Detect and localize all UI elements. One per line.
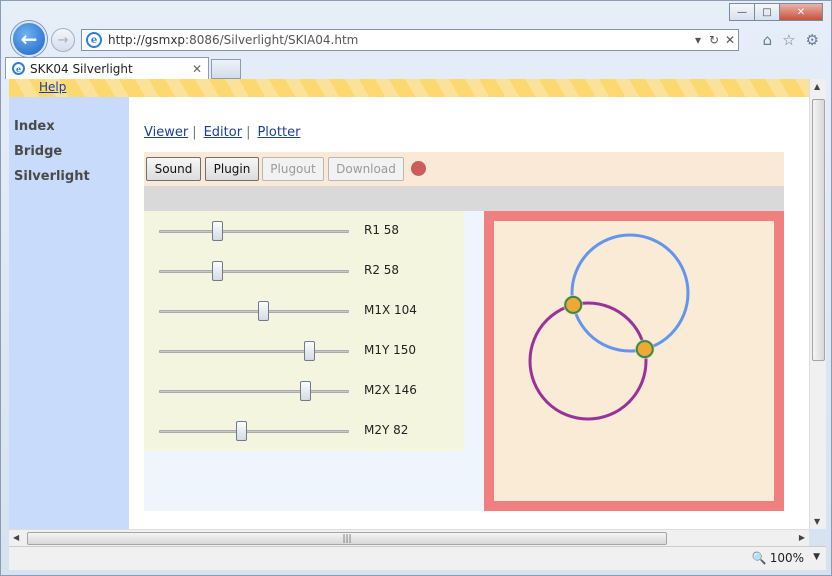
nav-link-plotter[interactable]: Plotter bbox=[257, 125, 300, 140]
slider-label: M2Y 82 bbox=[364, 423, 409, 437]
stop-icon[interactable]: ✕ bbox=[722, 33, 738, 47]
zoom-magnifier-icon: 🔍 bbox=[751, 551, 767, 565]
slider-m1x[interactable]: M1X 104 bbox=[159, 299, 459, 323]
slider-track[interactable] bbox=[159, 390, 349, 393]
slider-track[interactable] bbox=[159, 270, 349, 273]
slider-label: R1 58 bbox=[364, 223, 400, 237]
browser-toolbar-icons: ⌂ ☆ ⚙ bbox=[763, 31, 819, 49]
minimize-button[interactable]: — bbox=[729, 3, 755, 21]
url-host: http://gsmxp bbox=[108, 33, 186, 47]
back-arrow-icon: ← bbox=[20, 27, 38, 51]
tab-row: e SKK04 Silverlight ✕ bbox=[5, 55, 241, 79]
address-bar[interactable]: e http://gsmxp:8086/Silverlight/SKIA04.h… bbox=[81, 29, 739, 51]
browser-window: — □ ✕ ← → e http://gsmxp:8086/Silverligh… bbox=[0, 0, 832, 576]
status-bar: 🔍 100% ▼ bbox=[9, 546, 826, 570]
help-link[interactable]: Help bbox=[39, 80, 66, 94]
slider-track[interactable] bbox=[159, 310, 349, 313]
refresh-icon[interactable]: ↻ bbox=[706, 33, 722, 47]
slider-m2x[interactable]: M2X 146 bbox=[159, 379, 459, 403]
sound-button[interactable]: Sound bbox=[146, 157, 201, 181]
nav-separator: | bbox=[246, 125, 251, 140]
forward-arrow-icon: → bbox=[57, 32, 69, 48]
scroll-right-arrow-icon[interactable]: ▶ bbox=[799, 533, 805, 542]
tab-title: SKK04 Silverlight bbox=[30, 61, 133, 76]
sidebar-item-silverlight[interactable]: Silverlight bbox=[14, 169, 90, 184]
horizontal-scrollbar[interactable]: ◀ ||| ▶ bbox=[9, 529, 809, 546]
new-tab-button[interactable] bbox=[211, 59, 241, 79]
slider-r1[interactable]: R1 58 bbox=[159, 219, 459, 243]
slider-track[interactable] bbox=[159, 230, 349, 233]
gray-separator-bar bbox=[144, 186, 784, 211]
slider-thumb[interactable] bbox=[258, 301, 269, 321]
page-viewport: Help Index Bridge Silverlight Viewer | Edi… bbox=[9, 79, 809, 529]
slider-label: M1X 104 bbox=[364, 303, 417, 317]
url-text[interactable]: http://gsmxp:8086/Silverlight/SKIA04.htm bbox=[108, 33, 690, 47]
slider-panel: R1 58 R2 58 M1X 104 M1Y 150 M2X 146 M2Y 82 bbox=[144, 211, 464, 451]
ie-logo-icon: e bbox=[86, 32, 102, 48]
plugout-button[interactable]: Plugout bbox=[262, 157, 324, 181]
tab-active[interactable]: e SKK04 Silverlight ✕ bbox=[5, 57, 209, 79]
plugin-toolbar: Sound Plugin Plugout Download bbox=[144, 152, 784, 186]
slider-m2y[interactable]: M2Y 82 bbox=[159, 419, 459, 443]
close-window-button[interactable]: ✕ bbox=[779, 3, 823, 21]
nav-links: Viewer | Editor | Plotter bbox=[144, 125, 300, 140]
zoom-value: 100% bbox=[769, 551, 804, 565]
intersection-point-1 bbox=[564, 295, 583, 314]
maximize-button[interactable]: □ bbox=[754, 3, 780, 21]
vertical-scrollbar[interactable]: ▲ ▼ bbox=[809, 79, 826, 529]
plugin-button[interactable]: Plugin bbox=[205, 157, 259, 181]
slider-track[interactable] bbox=[159, 350, 349, 353]
window-controls: — □ ✕ bbox=[729, 3, 823, 21]
slider-thumb[interactable] bbox=[212, 221, 223, 241]
home-icon[interactable]: ⌂ bbox=[763, 31, 773, 49]
intersection-point-2 bbox=[635, 340, 654, 359]
tab-close-icon[interactable]: ✕ bbox=[192, 62, 202, 76]
slider-thumb[interactable] bbox=[236, 421, 247, 441]
slider-label: R2 58 bbox=[364, 263, 400, 277]
top-banner-strip: Help bbox=[9, 79, 809, 97]
status-indicator-dot bbox=[411, 161, 426, 176]
slider-track[interactable] bbox=[159, 430, 349, 433]
zoom-level[interactable]: 🔍 100% bbox=[752, 551, 804, 565]
plot-frame bbox=[484, 211, 784, 511]
favorites-star-icon[interactable]: ☆ bbox=[782, 31, 795, 49]
main-content: Viewer | Editor | Plotter Sound Plugin Plugo… bbox=[129, 97, 809, 529]
vertical-scroll-thumb[interactable] bbox=[812, 99, 825, 361]
forward-button[interactable]: → bbox=[51, 28, 75, 52]
slider-label: M2X 146 bbox=[364, 383, 417, 397]
scroll-left-arrow-icon[interactable]: ◀ bbox=[13, 533, 19, 542]
nav-link-editor[interactable]: Editor bbox=[204, 125, 242, 140]
sidebar-item-bridge[interactable]: Bridge bbox=[14, 144, 62, 159]
url-path: :8086/Silverlight/SKIA04.htm bbox=[185, 33, 359, 47]
slider-m1y[interactable]: M1Y 150 bbox=[159, 339, 459, 363]
scroll-up-arrow-icon[interactable]: ▲ bbox=[814, 82, 820, 91]
slider-r2[interactable]: R2 58 bbox=[159, 259, 459, 283]
slider-thumb[interactable] bbox=[300, 381, 311, 401]
tools-gear-icon[interactable]: ⚙ bbox=[806, 31, 819, 49]
scroll-down-arrow-icon[interactable]: ▼ bbox=[814, 517, 820, 526]
slider-label: M1Y 150 bbox=[364, 343, 417, 357]
address-dropdown-icon[interactable]: ▾ bbox=[690, 33, 706, 47]
slider-thumb[interactable] bbox=[304, 341, 315, 361]
zoom-dropdown-icon[interactable]: ▼ bbox=[813, 552, 820, 562]
tab-ie-icon: e bbox=[12, 62, 25, 75]
slider-thumb[interactable] bbox=[212, 261, 223, 281]
horizontal-scroll-thumb[interactable]: ||| bbox=[27, 532, 667, 545]
silverlight-area: R1 58 R2 58 M1X 104 M1Y 150 M2X 146 M2Y 82 bbox=[144, 211, 784, 511]
download-button[interactable]: Download bbox=[328, 157, 404, 181]
sidebar-item-index[interactable]: Index bbox=[14, 119, 55, 134]
circle-plot bbox=[494, 221, 774, 501]
nav-link-viewer[interactable]: Viewer bbox=[144, 125, 188, 140]
back-button[interactable]: ← bbox=[11, 21, 47, 57]
plot-background bbox=[494, 221, 774, 501]
sidebar: Index Bridge Silverlight bbox=[9, 97, 129, 529]
nav-separator: | bbox=[192, 125, 197, 140]
